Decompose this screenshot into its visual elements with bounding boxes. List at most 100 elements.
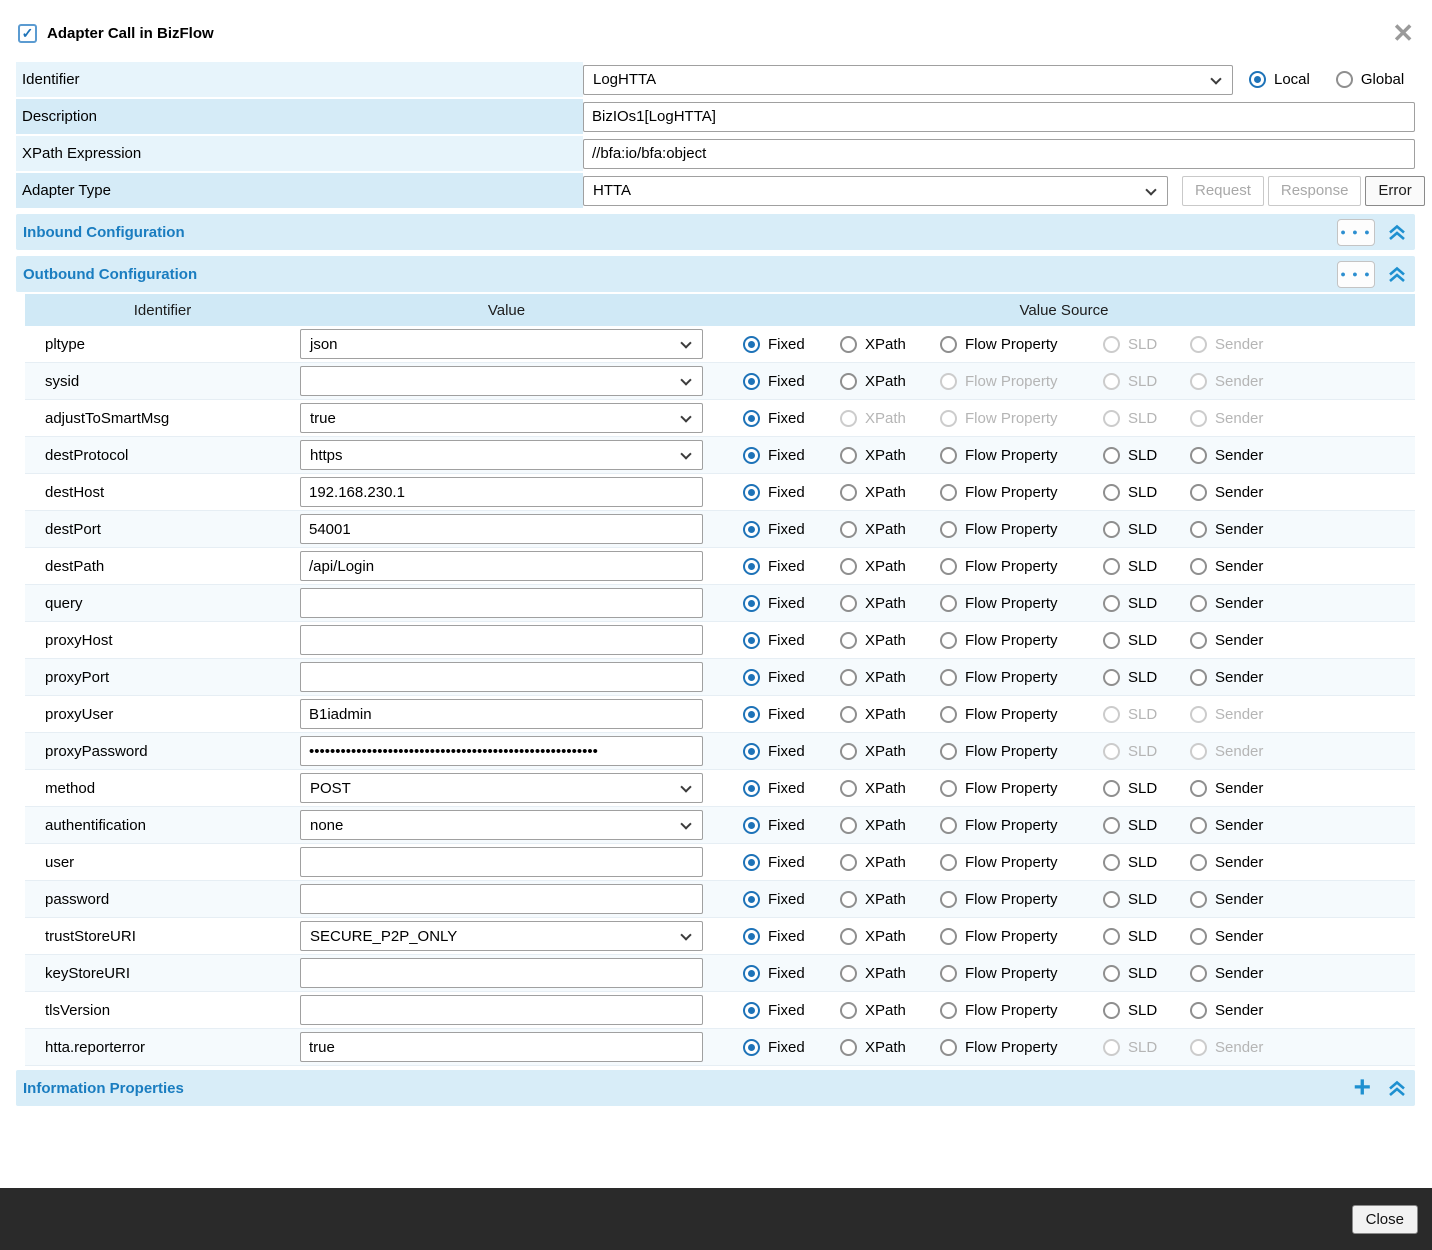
proxyport-source-sld[interactable]: SLD <box>1103 669 1190 686</box>
destport-source-xpath[interactable]: XPath <box>840 521 940 538</box>
tlsversion-source-sld[interactable]: SLD <box>1103 1002 1190 1019</box>
radio-sender[interactable] <box>1190 484 1207 501</box>
destpath-source-xpath[interactable]: XPath <box>840 558 940 575</box>
destport-source-sender[interactable]: Sender <box>1190 521 1290 538</box>
radio-fixed[interactable] <box>743 817 760 834</box>
radio-sender[interactable] <box>1190 780 1207 797</box>
destport-source-flow-property[interactable]: Flow Property <box>940 521 1103 538</box>
method-source-flow-property[interactable]: Flow Property <box>940 780 1103 797</box>
adjusttosmartmsg-select[interactable]: true <box>300 403 703 433</box>
authentification-source-fixed[interactable]: Fixed <box>743 817 840 834</box>
authentification-source-xpath[interactable]: XPath <box>840 817 940 834</box>
truststoreuri-select[interactable]: SECURE_P2P_ONLY <box>300 921 703 951</box>
user-source-xpath[interactable]: XPath <box>840 854 940 871</box>
destport-source-fixed[interactable]: Fixed <box>743 521 840 538</box>
radio-fixed[interactable] <box>743 484 760 501</box>
radio-sld[interactable] <box>1103 669 1120 686</box>
radio-fixed[interactable] <box>743 928 760 945</box>
proxyhost-source-fixed[interactable]: Fixed <box>743 632 840 649</box>
radio-sender[interactable] <box>1190 928 1207 945</box>
destprotocol-source-sld[interactable]: SLD <box>1103 447 1190 464</box>
proxyport-source-fixed[interactable]: Fixed <box>743 669 840 686</box>
tlsversion-source-flow-property[interactable]: Flow Property <box>940 1002 1103 1019</box>
sysid-select[interactable] <box>300 366 703 396</box>
password-source-fixed[interactable]: Fixed <box>743 891 840 908</box>
radio-flow-property[interactable] <box>940 632 957 649</box>
radio-fixed[interactable] <box>743 410 760 427</box>
description-input[interactable] <box>583 102 1415 132</box>
radio-fixed[interactable] <box>743 447 760 464</box>
desthost-source-flow-property[interactable]: Flow Property <box>940 484 1103 501</box>
htta-reporterror-source-xpath[interactable]: XPath <box>840 1039 940 1056</box>
pltype-source-fixed[interactable]: Fixed <box>743 336 840 353</box>
truststoreuri-source-xpath[interactable]: XPath <box>840 928 940 945</box>
radio-fixed[interactable] <box>743 558 760 575</box>
radio-flow-property[interactable] <box>940 891 957 908</box>
radio-xpath[interactable] <box>840 1039 857 1056</box>
radio-sld[interactable] <box>1103 521 1120 538</box>
sysid-source-fixed[interactable]: Fixed <box>743 373 840 390</box>
proxyport-source-xpath[interactable]: XPath <box>840 669 940 686</box>
radio-sld[interactable] <box>1103 817 1120 834</box>
radio-flow-property[interactable] <box>940 521 957 538</box>
radio-sender[interactable] <box>1190 558 1207 575</box>
radio-fixed[interactable] <box>743 373 760 390</box>
truststoreuri-source-flow-property[interactable]: Flow Property <box>940 928 1103 945</box>
htta-reporterror-source-fixed[interactable]: Fixed <box>743 1039 840 1056</box>
radio-flow-property[interactable] <box>940 706 957 723</box>
desthost-source-sender[interactable]: Sender <box>1190 484 1290 501</box>
keystoreuri-input[interactable] <box>300 958 703 988</box>
destprotocol-source-xpath[interactable]: XPath <box>840 447 940 464</box>
radio-fixed[interactable] <box>743 1002 760 1019</box>
user-input[interactable] <box>300 847 703 877</box>
password-source-sld[interactable]: SLD <box>1103 891 1190 908</box>
radio-flow-property[interactable] <box>940 1002 957 1019</box>
tlsversion-source-sender[interactable]: Sender <box>1190 1002 1290 1019</box>
destprotocol-source-fixed[interactable]: Fixed <box>743 447 840 464</box>
radio-sld[interactable] <box>1103 780 1120 797</box>
destprotocol-source-sender[interactable]: Sender <box>1190 447 1290 464</box>
keystoreuri-source-fixed[interactable]: Fixed <box>743 965 840 982</box>
proxyhost-source-sld[interactable]: SLD <box>1103 632 1190 649</box>
radio-sender[interactable] <box>1190 891 1207 908</box>
add-property-icon[interactable]: + <box>1349 1073 1375 1103</box>
radio-fixed[interactable] <box>743 669 760 686</box>
proxyhost-source-xpath[interactable]: XPath <box>840 632 940 649</box>
radio-xpath[interactable] <box>840 743 857 760</box>
radio-sld[interactable] <box>1103 558 1120 575</box>
destpath-input[interactable] <box>300 551 703 581</box>
radio-flow-property[interactable] <box>940 595 957 612</box>
radio-sender[interactable] <box>1190 854 1207 871</box>
proxypassword-source-fixed[interactable]: Fixed <box>743 743 840 760</box>
inbound-options-button[interactable]: ● ● ● <box>1337 219 1375 246</box>
radio-sld[interactable] <box>1103 928 1120 945</box>
radio-flow-property[interactable] <box>940 447 957 464</box>
radio-xpath[interactable] <box>840 632 857 649</box>
radio-fixed[interactable] <box>743 706 760 723</box>
authentification-source-sld[interactable]: SLD <box>1103 817 1190 834</box>
radio-flow-property[interactable] <box>940 780 957 797</box>
destpath-source-fixed[interactable]: Fixed <box>743 558 840 575</box>
dialog-checkbox[interactable]: ✓ <box>18 24 37 43</box>
scope-option-global[interactable]: Global <box>1336 71 1404 88</box>
radio-fixed[interactable] <box>743 891 760 908</box>
keystoreuri-source-xpath[interactable]: XPath <box>840 965 940 982</box>
proxypassword-input[interactable] <box>300 736 703 766</box>
desthost-source-fixed[interactable]: Fixed <box>743 484 840 501</box>
query-source-sender[interactable]: Sender <box>1190 595 1290 612</box>
error-button[interactable]: Error <box>1365 176 1424 206</box>
radio-sender[interactable] <box>1190 632 1207 649</box>
pltype-select[interactable]: json <box>300 329 703 359</box>
radio-fixed[interactable] <box>743 965 760 982</box>
radio-sld[interactable] <box>1103 891 1120 908</box>
radio-sld[interactable] <box>1103 447 1120 464</box>
radio-flow-property[interactable] <box>940 484 957 501</box>
radio-flow-property[interactable] <box>940 928 957 945</box>
radio-fixed[interactable] <box>743 854 760 871</box>
sysid-source-xpath[interactable]: XPath <box>840 373 940 390</box>
method-source-fixed[interactable]: Fixed <box>743 780 840 797</box>
radio-fixed[interactable] <box>743 595 760 612</box>
radio-flow-property[interactable] <box>940 965 957 982</box>
keystoreuri-source-sender[interactable]: Sender <box>1190 965 1290 982</box>
desthost-source-sld[interactable]: SLD <box>1103 484 1190 501</box>
